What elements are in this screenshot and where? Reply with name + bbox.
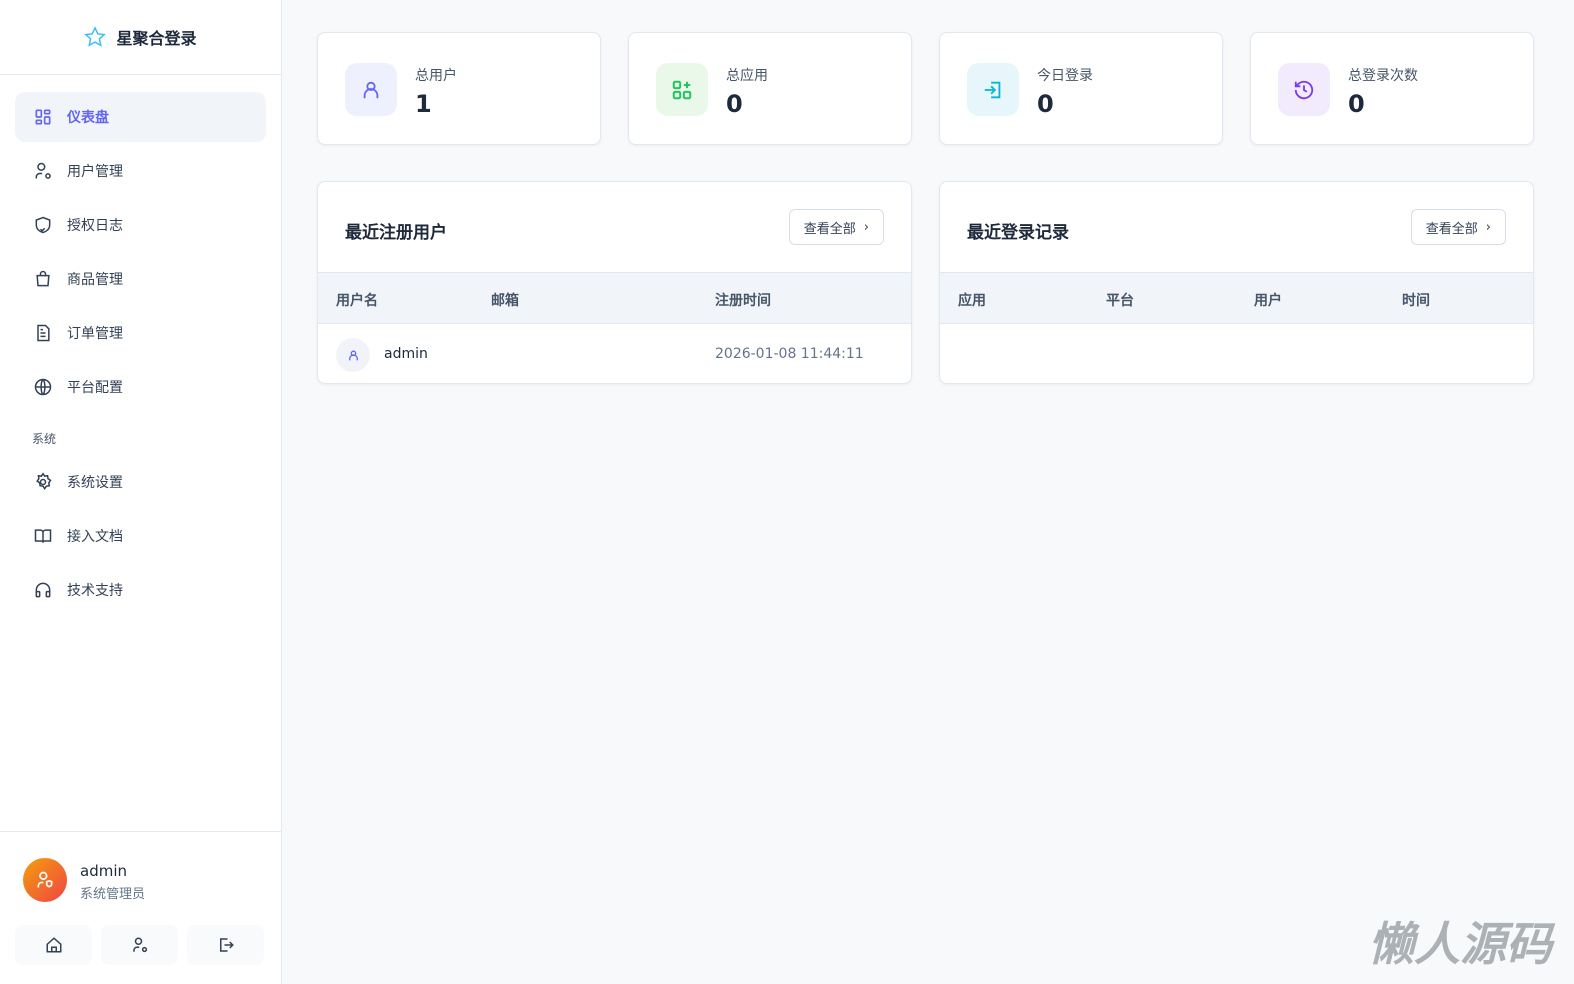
table-row[interactable]: admin 2026-01-08 11:44:11 — [318, 324, 911, 383]
column-header: 时间 — [1402, 293, 1430, 309]
sidebar-item-label: 仪表盘 — [67, 110, 109, 126]
stat-label: 总登录次数 — [1348, 68, 1418, 84]
recent-logins-panel: 最近登录记录 查看全部 › 应用 平台 用户 时间 — [939, 181, 1534, 384]
star-logo-icon — [84, 26, 107, 47]
section-label-system: 系统 — [32, 432, 57, 446]
chevron-right-icon: › — [863, 219, 869, 235]
column-header: 邮箱 — [491, 293, 519, 309]
stat-card-total-login-count: 总登录次数 0 — [1250, 32, 1534, 145]
logout-icon — [219, 938, 234, 952]
column-header: 注册时间 — [715, 293, 771, 309]
user-panel: admin 系统管理员 — [0, 831, 281, 984]
logout-button[interactable] — [187, 925, 264, 965]
stat-value: 0 — [1037, 90, 1054, 118]
sidebar-item-label: 用户管理 — [67, 164, 123, 180]
stat-value: 0 — [726, 90, 743, 118]
user-gear-icon — [132, 937, 147, 953]
chevron-right-icon: › — [1485, 219, 1491, 235]
column-header: 应用 — [958, 293, 986, 309]
shopping-bag-icon — [36, 270, 50, 287]
table-header: 应用 平台 用户 时间 — [940, 272, 1533, 324]
sidebar-item-label: 平台配置 — [67, 380, 123, 396]
history-icon — [1278, 63, 1330, 116]
view-all-users-button[interactable]: 查看全部 › — [788, 209, 884, 245]
brand-title: 星聚合登录 — [116, 29, 197, 48]
sidebar-item-label: 接入文档 — [67, 529, 123, 545]
user-shield-icon — [37, 871, 53, 888]
brand: 星聚合登录 — [0, 0, 281, 75]
headset-icon — [35, 582, 51, 598]
panel-title: 最近登录记录 — [967, 223, 1069, 243]
sidebar-item-label: 技术支持 — [67, 583, 123, 599]
document-icon — [37, 324, 50, 342]
sidebar-item-dashboard[interactable]: 仪表盘 — [15, 92, 266, 142]
user-icon — [348, 350, 358, 360]
stat-label: 今日登录 — [1037, 68, 1093, 84]
avatar — [23, 858, 67, 902]
registered-time-cell: 2026-01-08 11:44:11 — [715, 346, 864, 362]
login-icon — [967, 63, 1019, 116]
profile-settings-button[interactable] — [101, 925, 178, 965]
panel-title: 最近注册用户 — [345, 223, 447, 243]
button-label: 查看全部 — [803, 221, 856, 237]
sidebar-item-label: 系统设置 — [67, 475, 123, 491]
sidebar-item-support[interactable]: 技术支持 — [15, 565, 266, 615]
button-label: 查看全部 — [1425, 221, 1478, 237]
sidebar-item-label: 商品管理 — [67, 272, 123, 288]
gear-icon — [36, 472, 52, 491]
sidebar-item-products[interactable]: 商品管理 — [15, 254, 266, 304]
avatar — [336, 338, 370, 372]
column-header: 用户 — [1254, 293, 1282, 309]
view-all-logins-button[interactable]: 查看全部 › — [1410, 209, 1506, 245]
user-gear-icon — [35, 162, 51, 179]
sidebar-item-orders[interactable]: 订单管理 — [15, 308, 266, 358]
dashboard-icon — [35, 109, 51, 125]
recent-users-panel: 最近注册用户 查看全部 › 用户名 邮箱 注册时间 admin 2026-01-0… — [317, 181, 912, 384]
sidebar: 星聚合登录 仪表盘 用户管理 授权日志 商品管理 订单管理 平台配置 系统 系统… — [0, 0, 282, 984]
stat-value: 0 — [1348, 90, 1365, 118]
sidebar-item-system-settings[interactable]: 系统设置 — [15, 457, 266, 507]
watermark: 懒人源码 — [1368, 917, 1552, 971]
stat-label: 总应用 — [726, 68, 768, 84]
home-button[interactable] — [15, 925, 92, 965]
sidebar-item-docs[interactable]: 接入文档 — [15, 511, 266, 561]
sidebar-item-users[interactable]: 用户管理 — [15, 146, 266, 196]
user-role: 系统管理员 — [80, 887, 146, 902]
apps-add-icon — [656, 63, 708, 116]
globe-icon — [34, 378, 52, 396]
book-icon — [34, 529, 52, 543]
home-icon — [46, 937, 61, 953]
user-name: admin — [80, 862, 127, 880]
column-header: 用户名 — [336, 293, 378, 309]
table-header: 用户名 邮箱 注册时间 — [318, 272, 911, 324]
sidebar-item-platform-config[interactable]: 平台配置 — [15, 362, 266, 412]
shield-icon — [35, 216, 51, 234]
stat-label: 总用户 — [415, 68, 457, 84]
sidebar-item-label: 订单管理 — [67, 326, 123, 342]
column-header: 平台 — [1106, 293, 1134, 309]
sidebar-item-auth-logs[interactable]: 授权日志 — [15, 200, 266, 250]
stat-value: 1 — [415, 90, 432, 118]
stat-card-total-apps: 总应用 0 — [628, 32, 912, 145]
stat-card-total-users: 总用户 1 — [317, 32, 601, 145]
username-cell: admin — [384, 346, 428, 362]
sidebar-item-label: 授权日志 — [67, 218, 123, 234]
user-icon — [345, 63, 397, 116]
stat-card-today-logins: 今日登录 0 — [939, 32, 1223, 145]
